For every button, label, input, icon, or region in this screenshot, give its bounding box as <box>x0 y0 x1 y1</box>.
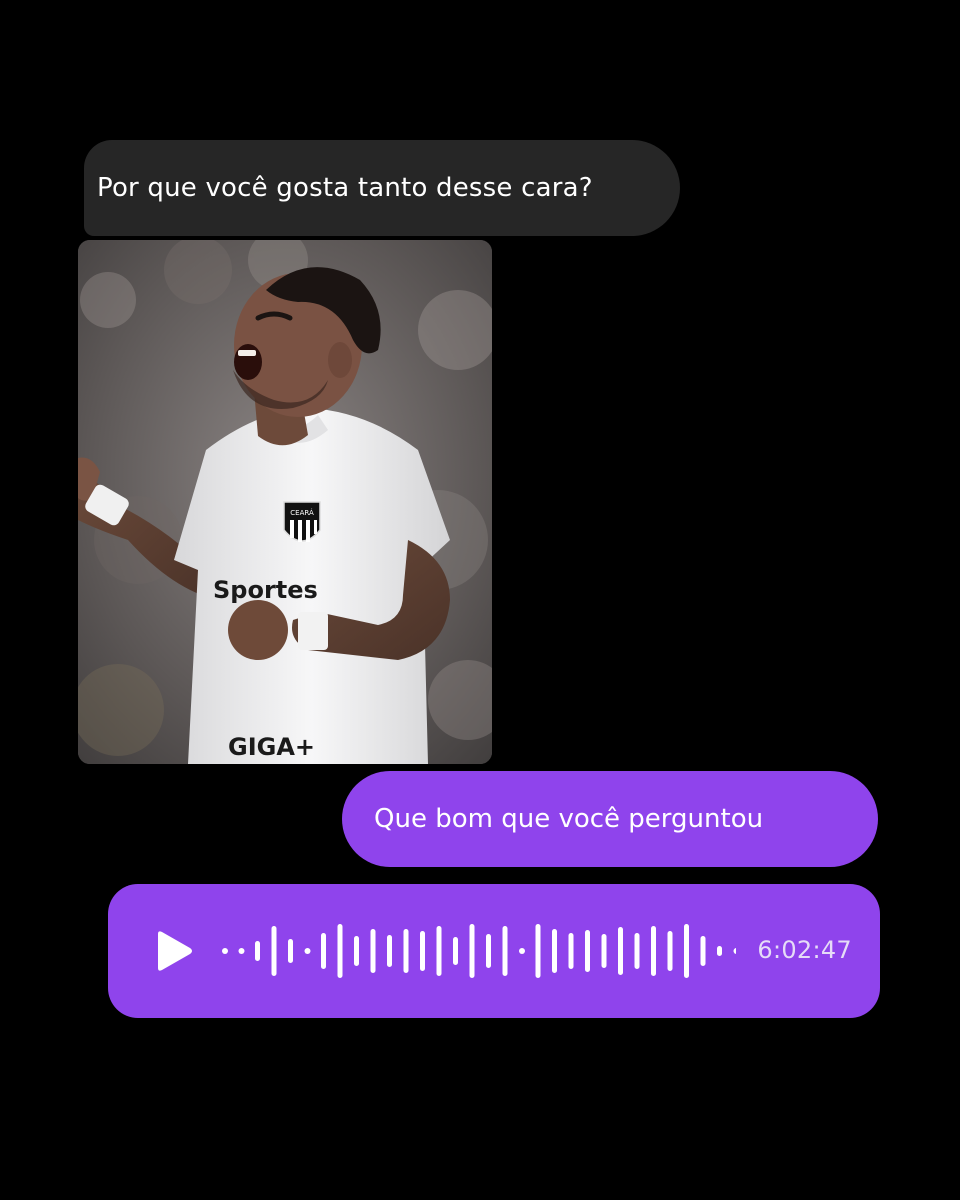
waveform-bar <box>337 924 343 978</box>
waveform-bar <box>271 926 277 976</box>
waveform-bar <box>436 926 442 976</box>
waveform-bar <box>420 931 425 971</box>
waveform-bar <box>222 948 228 954</box>
waveform-bar <box>634 933 640 969</box>
outgoing-message-text: Que bom que você perguntou <box>374 804 764 834</box>
waveform-bar <box>486 934 491 968</box>
waveform-bar <box>453 937 458 965</box>
waveform-bar <box>717 946 722 956</box>
waveform-bar <box>667 931 673 971</box>
waveform-bar <box>502 926 508 976</box>
audio-waveform[interactable] <box>216 916 736 986</box>
waveform-bar <box>601 934 607 968</box>
soccer-player-photo: CEARÁ Sportes GIGA+ <box>78 240 492 764</box>
waveform-bar <box>255 941 260 961</box>
waveform-bar <box>304 948 311 954</box>
voice-duration: 6:02:47 <box>757 936 852 964</box>
waveform-bar <box>618 927 623 975</box>
waveform-bar <box>354 936 359 966</box>
waveform-bar <box>238 948 245 954</box>
waveform-bar <box>321 933 326 969</box>
waveform-bar <box>700 936 706 966</box>
waveform-bar <box>585 930 590 972</box>
waveform-bar <box>403 929 409 973</box>
waveform-bar <box>519 948 525 954</box>
play-icon[interactable] <box>154 929 194 973</box>
incoming-message-text: Por que você gosta tanto desse cara? <box>97 173 593 203</box>
shared-photo[interactable]: CEARÁ Sportes GIGA+ <box>78 240 492 764</box>
waveform-bar <box>387 935 392 967</box>
outgoing-message-bubble[interactable]: Que bom que você perguntou <box>342 771 878 867</box>
chat-screen: Por que você gosta tanto desse cara? CEA… <box>0 0 960 1200</box>
incoming-message-bubble[interactable]: Por que você gosta tanto desse cara? <box>84 140 680 236</box>
svg-text:CEARÁ: CEARÁ <box>290 508 314 517</box>
waveform-bar <box>552 929 557 973</box>
jersey-crest: CEARÁ <box>283 501 321 542</box>
waveform-bar <box>568 933 574 969</box>
waveform-bar <box>684 924 689 978</box>
waveform-bar <box>535 924 541 978</box>
waveform-bar <box>370 929 376 973</box>
jersey-sponsor-text-2: GIGA+ <box>228 733 315 761</box>
waveform-bar <box>733 948 736 954</box>
voice-message-bubble[interactable]: 6:02:47 <box>108 884 880 1018</box>
waveform-bar <box>469 924 475 978</box>
jersey-sponsor-text: Sportes <box>213 576 318 604</box>
waveform-bar <box>288 939 293 963</box>
waveform-bar <box>651 926 656 976</box>
